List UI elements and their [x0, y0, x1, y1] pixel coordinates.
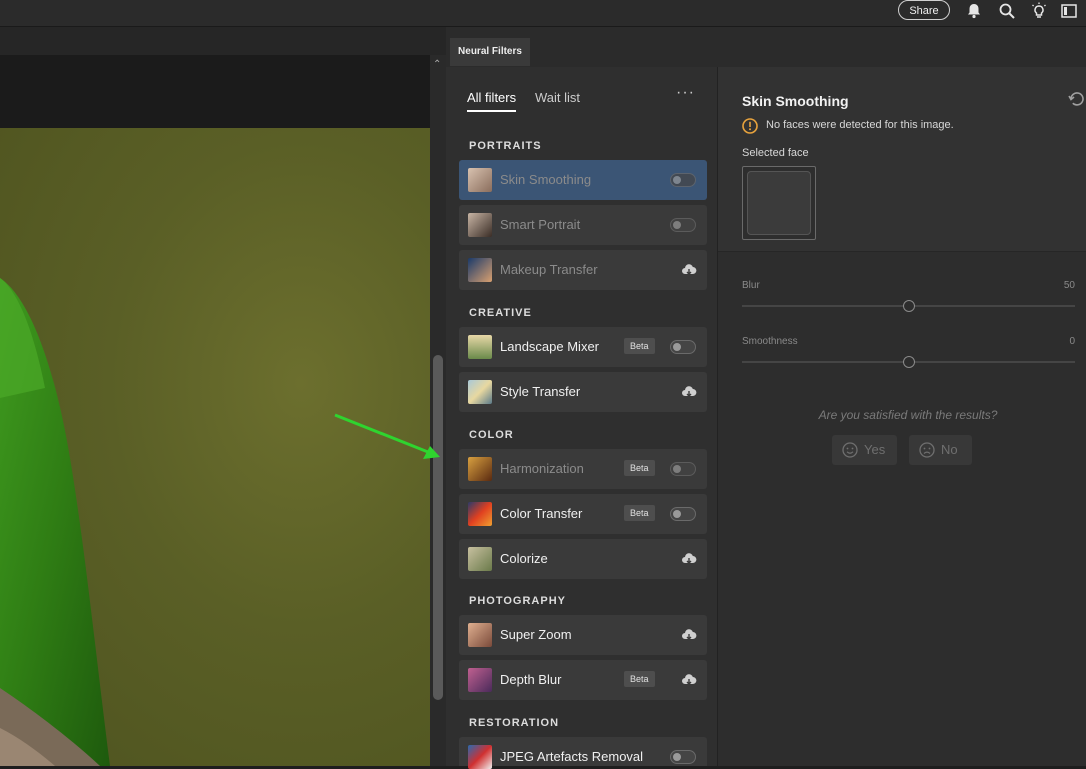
cloud-download-icon[interactable]: [681, 551, 697, 567]
scroll-up-icon[interactable]: ⌃: [433, 59, 441, 70]
warning-icon: [742, 118, 758, 134]
section-title-portraits: PORTRAITS: [469, 140, 542, 152]
beta-badge: Beta: [624, 671, 655, 687]
colorize-thumbnail-icon: [468, 547, 492, 571]
section-title-restoration: RESTORATION: [469, 717, 560, 729]
blur-slider-label: Blur: [742, 280, 760, 291]
more-options-icon[interactable]: ···: [676, 84, 695, 102]
section-title-creative: CREATIVE: [469, 307, 532, 319]
filter-label: Colorize: [500, 551, 548, 566]
beta-badge: Beta: [624, 460, 655, 476]
cloud-download-icon[interactable]: [681, 262, 697, 278]
smoothness-slider-label: Smoothness: [742, 336, 798, 347]
document-tab-strip: [0, 27, 446, 55]
selected-face-box[interactable]: [742, 166, 816, 240]
filter-item-style-transfer[interactable]: Style Transfer: [459, 372, 707, 412]
filter-item-harmonization[interactable]: Harmonization Beta: [459, 449, 707, 489]
tab-all-filters[interactable]: All filters: [467, 90, 517, 112]
scrollbar-thumb[interactable]: [433, 355, 443, 700]
jpeg-artefacts-thumbnail-icon: [468, 745, 492, 769]
no-button[interactable]: No: [909, 435, 972, 465]
smoothness-slider-thumb[interactable]: [902, 356, 915, 368]
tab-neural-filters[interactable]: Neural Filters: [450, 38, 530, 66]
super-zoom-thumbnail-icon: [468, 623, 492, 647]
filter-toggle[interactable]: [670, 507, 696, 521]
tab-wait-list[interactable]: Wait list: [535, 90, 580, 105]
color-transfer-thumbnail-icon: [468, 502, 492, 526]
landscape-mixer-thumbnail-icon: [468, 335, 492, 359]
no-label: No: [941, 442, 958, 457]
blur-slider-thumb[interactable]: [902, 300, 915, 312]
cloud-download-icon[interactable]: [681, 672, 697, 688]
cloud-download-icon[interactable]: [681, 627, 697, 643]
filter-label: Color Transfer: [500, 506, 583, 521]
depth-blur-thumbnail-icon: [468, 668, 492, 692]
lightbulb-icon[interactable]: [1030, 2, 1048, 20]
panel-icon[interactable]: [1060, 2, 1078, 20]
makeup-transfer-thumbnail-icon: [468, 258, 492, 282]
smoothness-slider-value: 0: [1069, 336, 1075, 347]
section-title-photography: PHOTOGRAPHY: [469, 595, 566, 607]
filter-item-landscape-mixer[interactable]: Landscape Mixer Beta: [459, 327, 707, 367]
smile-icon: [842, 442, 858, 458]
beta-badge: Beta: [624, 338, 655, 354]
filter-label: Makeup Transfer: [500, 262, 598, 277]
app-topbar: Share: [0, 0, 1086, 27]
filter-item-depth-blur[interactable]: Depth Blur Beta: [459, 660, 707, 700]
filter-label: Harmonization: [500, 461, 584, 476]
smart-portrait-thumbnail-icon: [468, 213, 492, 237]
settings-title: Skin Smoothing: [742, 93, 849, 109]
filter-label: Skin Smoothing: [500, 172, 592, 187]
filter-label: Depth Blur: [500, 672, 562, 687]
blur-slider-value: 50: [1063, 280, 1075, 291]
filter-item-jpeg-artefacts-removal[interactable]: JPEG Artefacts Removal: [459, 737, 707, 769]
filter-item-super-zoom[interactable]: Super Zoom: [459, 615, 707, 655]
warning-message: No faces were detected for this image.: [766, 119, 954, 131]
skin-smoothing-thumbnail-icon: [468, 168, 492, 192]
bell-icon[interactable]: [965, 2, 983, 20]
filter-item-smart-portrait[interactable]: Smart Portrait: [459, 205, 707, 245]
filter-toggle[interactable]: [670, 173, 696, 187]
beta-badge: Beta: [624, 505, 655, 521]
filter-label: Smart Portrait: [500, 217, 581, 232]
filter-item-skin-smoothing[interactable]: Skin Smoothing: [459, 160, 707, 200]
filter-toggle[interactable]: [670, 462, 696, 476]
bird-photo: [0, 128, 430, 766]
filter-label: Super Zoom: [500, 627, 572, 642]
cloud-download-icon[interactable]: [681, 384, 697, 400]
filter-label: Style Transfer: [500, 384, 581, 399]
filter-toggle[interactable]: [670, 218, 696, 232]
filter-toggle[interactable]: [670, 340, 696, 354]
reset-icon[interactable]: [1068, 90, 1086, 106]
yes-label: Yes: [864, 442, 886, 457]
neural-filters-header: [446, 27, 1086, 67]
style-transfer-thumbnail-icon: [468, 380, 492, 404]
frown-icon: [919, 442, 935, 458]
filter-label: JPEG Artefacts Removal: [500, 749, 644, 764]
selected-face-label: Selected face: [742, 147, 809, 159]
filter-item-colorize[interactable]: Colorize: [459, 539, 707, 579]
section-title-color: COLOR: [469, 429, 514, 441]
share-button[interactable]: Share: [898, 0, 950, 20]
filter-item-makeup-transfer[interactable]: Makeup Transfer: [459, 250, 707, 290]
filter-label: Landscape Mixer: [500, 339, 599, 354]
search-icon[interactable]: [998, 2, 1016, 20]
feedback-question: Are you satisfied with the results?: [818, 408, 998, 422]
filter-item-color-transfer[interactable]: Color Transfer Beta: [459, 494, 707, 534]
filter-toggle[interactable]: [670, 750, 696, 764]
harmonization-thumbnail-icon: [468, 457, 492, 481]
yes-button[interactable]: Yes: [832, 435, 897, 465]
